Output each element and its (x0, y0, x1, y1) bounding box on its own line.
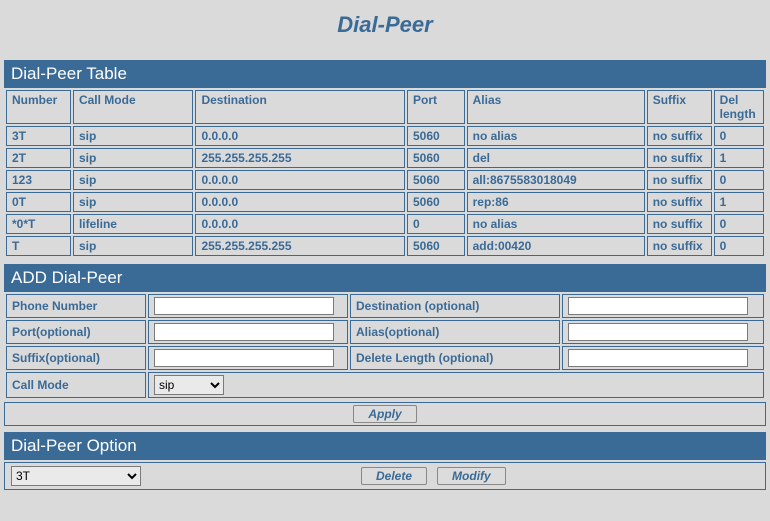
cell-destination: 255.255.255.255 (195, 236, 405, 256)
cell-port: 5060 (407, 126, 465, 146)
label-phone-number: Phone Number (6, 294, 146, 318)
cell-suffix: no suffix (647, 236, 712, 256)
suffix-input[interactable] (154, 349, 334, 367)
cell-port: 5060 (407, 236, 465, 256)
port-input[interactable] (154, 323, 334, 341)
table-row: 2Tsip255.255.255.2555060delno suffix1 (6, 148, 764, 168)
col-header-alias: Alias (467, 90, 645, 124)
add-dial-peer-form: Phone Number Destination (optional) Port… (4, 292, 766, 400)
label-call-mode: Call Mode (6, 372, 146, 398)
cell-destination: 0.0.0.0 (195, 192, 405, 212)
destination-input[interactable] (568, 297, 748, 315)
cell-number: 123 (6, 170, 71, 190)
apply-button[interactable]: Apply (353, 405, 416, 423)
cell-suffix: no suffix (647, 126, 712, 146)
cell-alias: rep:86 (467, 192, 645, 212)
col-header-number: Number (6, 90, 71, 124)
cell-call_mode: sip (73, 148, 193, 168)
cell-port: 0 (407, 214, 465, 234)
col-header-suffix: Suffix (647, 90, 712, 124)
table-row: 123sip0.0.0.05060all:8675583018049no suf… (6, 170, 764, 190)
cell-call_mode: sip (73, 170, 193, 190)
cell-del_length: 1 (714, 192, 764, 212)
col-header-call-mode: Call Mode (73, 90, 193, 124)
cell-call_mode: sip (73, 126, 193, 146)
page-title: Dial-Peer (4, 12, 766, 38)
cell-number: 0T (6, 192, 71, 212)
label-destination: Destination (optional) (350, 294, 560, 318)
col-header-destination: Destination (195, 90, 405, 124)
cell-alias: del (467, 148, 645, 168)
dial-peer-option-row: 3T2T1230T*0*TT Delete Modify (4, 462, 766, 490)
apply-row: Apply (4, 402, 766, 426)
cell-number: T (6, 236, 71, 256)
delete-length-input[interactable] (568, 349, 748, 367)
cell-destination: 255.255.255.255 (195, 148, 405, 168)
cell-alias: no alias (467, 126, 645, 146)
section-header-add: ADD Dial-Peer (4, 264, 766, 292)
cell-call_mode: lifeline (73, 214, 193, 234)
cell-destination: 0.0.0.0 (195, 170, 405, 190)
cell-number: *0*T (6, 214, 71, 234)
cell-del_length: 1 (714, 148, 764, 168)
cell-alias: all:8675583018049 (467, 170, 645, 190)
cell-port: 5060 (407, 170, 465, 190)
table-row: 0Tsip0.0.0.05060rep:86no suffix1 (6, 192, 764, 212)
cell-del_length: 0 (714, 236, 764, 256)
label-alias: Alias(optional) (350, 320, 560, 344)
table-row: Tsip255.255.255.2555060add:00420no suffi… (6, 236, 764, 256)
cell-del_length: 0 (714, 170, 764, 190)
cell-destination: 0.0.0.0 (195, 214, 405, 234)
table-row: 3Tsip0.0.0.05060no aliasno suffix0 (6, 126, 764, 146)
col-header-del-length: Del length (714, 90, 764, 124)
option-select[interactable]: 3T2T1230T*0*TT (11, 466, 141, 486)
cell-alias: no alias (467, 214, 645, 234)
alias-input[interactable] (568, 323, 748, 341)
label-delete-length: Delete Length (optional) (350, 346, 560, 370)
table-row: *0*Tlifeline0.0.0.00no aliasno suffix0 (6, 214, 764, 234)
label-suffix: Suffix(optional) (6, 346, 146, 370)
cell-destination: 0.0.0.0 (195, 126, 405, 146)
section-header-table: Dial-Peer Table (4, 60, 766, 88)
col-header-port: Port (407, 90, 465, 124)
cell-del_length: 0 (714, 214, 764, 234)
cell-suffix: no suffix (647, 214, 712, 234)
cell-call_mode: sip (73, 236, 193, 256)
cell-port: 5060 (407, 192, 465, 212)
cell-alias: add:00420 (467, 236, 645, 256)
cell-suffix: no suffix (647, 192, 712, 212)
cell-del_length: 0 (714, 126, 764, 146)
cell-number: 2T (6, 148, 71, 168)
modify-button[interactable]: Modify (437, 467, 506, 485)
label-port: Port(optional) (6, 320, 146, 344)
cell-suffix: no suffix (647, 148, 712, 168)
cell-port: 5060 (407, 148, 465, 168)
dial-peer-table: Number Call Mode Destination Port Alias … (4, 88, 766, 258)
phone-number-input[interactable] (154, 297, 334, 315)
call-mode-select[interactable]: sip (154, 375, 224, 395)
cell-call_mode: sip (73, 192, 193, 212)
section-header-option: Dial-Peer Option (4, 432, 766, 460)
cell-number: 3T (6, 126, 71, 146)
delete-button[interactable]: Delete (361, 467, 427, 485)
cell-suffix: no suffix (647, 170, 712, 190)
